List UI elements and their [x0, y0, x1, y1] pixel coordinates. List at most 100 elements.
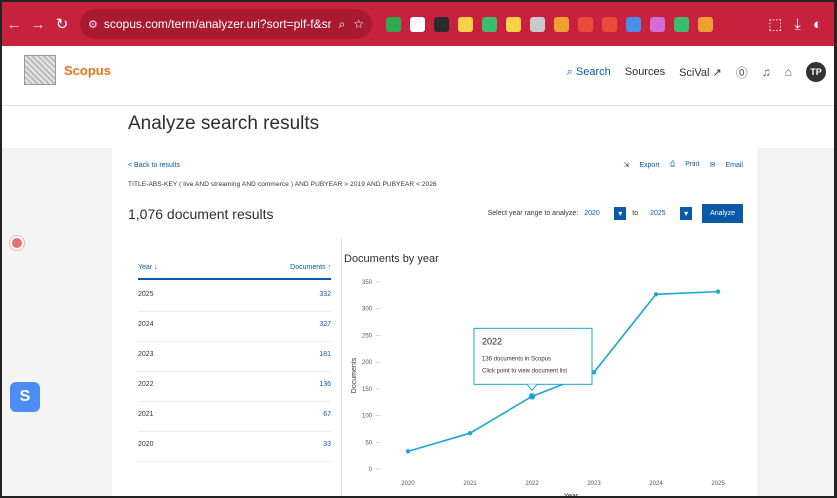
extension-icon[interactable]	[458, 16, 473, 32]
row-count-link[interactable]: 181	[319, 351, 331, 358]
extension-icon[interactable]	[578, 16, 593, 32]
y-tick-label: 100	[362, 414, 373, 420]
range-to-label: to	[632, 210, 639, 217]
download-icon[interactable]: ⤓	[794, 16, 801, 33]
export-button[interactable]: ⇲ Export	[623, 161, 659, 169]
x-tick-label: 2020	[401, 481, 415, 487]
chevron-down-icon[interactable]: ▾	[614, 207, 627, 220]
url-text[interactable]: scopus.com/term/analyzer.uri?sort=plf-f&…	[104, 17, 331, 31]
scopus-header: Scopus ⌕ Search Sources SciVal ↗ ⓪ ♫ ⌂ T…	[2, 46, 834, 106]
extensions-puzzle-icon[interactable]: ⬚	[768, 15, 782, 33]
page-title: Analyze search results	[128, 113, 320, 134]
row-count-link[interactable]: 136	[319, 381, 331, 388]
analyze-button[interactable]: Analyze	[702, 204, 743, 223]
elsevier-logo[interactable]	[24, 55, 56, 85]
x-tick-label: 2025	[711, 481, 725, 487]
bell-icon[interactable]: ♫	[762, 65, 771, 79]
table-row: 2021 67	[138, 402, 331, 432]
extension-icon[interactable]	[698, 16, 713, 32]
table-row: 2023 181	[138, 342, 331, 372]
sort-by-documents[interactable]: Documents ↑	[290, 264, 331, 271]
x-tick-label: 2024	[649, 481, 663, 487]
row-year: 2022	[138, 381, 154, 388]
extension-icon[interactable]	[386, 16, 401, 32]
search-nav-link[interactable]: ⌕ Search	[567, 66, 611, 79]
x-axis-label: Year	[564, 493, 579, 498]
library-icon[interactable]: ⌂	[785, 65, 792, 79]
table-row: 2024 327	[138, 312, 331, 342]
data-point[interactable]	[715, 289, 721, 294]
avatar[interactable]: TP	[806, 62, 826, 82]
data-point[interactable]	[528, 393, 536, 400]
extension-icon[interactable]	[626, 16, 641, 32]
range-to-select[interactable]: 2025	[650, 210, 680, 217]
row-count-link[interactable]: 327	[319, 321, 331, 328]
zoom-icon[interactable]: ⌕	[339, 17, 346, 32]
profile-icon[interactable]: ◐	[813, 16, 822, 33]
year-table: Year ↓ Documents ↑ 2025 332 2024 327 202…	[128, 238, 342, 496]
extension-icon[interactable]	[410, 16, 425, 32]
x-tick-label: 2021	[463, 481, 477, 487]
range-label: Select year range to analyze:	[487, 210, 579, 217]
row-count-link[interactable]: 67	[323, 411, 331, 418]
side-notification-icon[interactable]	[10, 236, 24, 250]
row-year: 2025	[138, 291, 154, 298]
data-point[interactable]	[653, 292, 659, 297]
extension-icon[interactable]	[602, 16, 617, 32]
documents-by-year-chart: Documents by year 0 50 100 150 200 250 300 350 2…	[342, 238, 757, 498]
print-button[interactable]: ⎙ Print	[670, 161, 700, 169]
browser-toolbar: ← → ↻ ⚙ scopus.com/term/analyzer.uri?sor…	[2, 2, 834, 46]
year-range-selector: Select year range to analyze: 2020 ▾ to …	[488, 204, 743, 223]
row-year: 2024	[138, 321, 154, 328]
y-tick-label: 200	[362, 360, 373, 366]
side-app-icon[interactable]: S	[10, 382, 40, 412]
extension-icon[interactable]	[482, 16, 497, 32]
table-row: 2020 33	[138, 432, 331, 462]
extension-icon[interactable]	[434, 16, 449, 32]
data-point[interactable]	[405, 449, 411, 454]
bookmark-star-icon[interactable]: ☆	[353, 17, 364, 31]
back-arrow-icon[interactable]: ←	[2, 16, 26, 33]
scopus-logo-text[interactable]: Scopus	[64, 63, 111, 78]
tooltip-pointer	[526, 384, 538, 392]
row-year: 2021	[138, 411, 154, 418]
y-tick-label: 0	[369, 467, 373, 473]
x-tick-label: 2022	[525, 481, 539, 487]
results-count: 1,076 document results	[128, 206, 274, 222]
extension-icon[interactable]	[554, 16, 569, 32]
site-info-icon[interactable]: ⚙	[88, 18, 98, 31]
range-from-select[interactable]: 2020	[584, 210, 614, 217]
extension-icon[interactable]	[674, 16, 689, 32]
email-button[interactable]: ✉ Email	[710, 161, 743, 169]
help-icon[interactable]: ⓪	[736, 64, 748, 81]
table-row: 2025 332	[138, 282, 331, 312]
sources-nav-link[interactable]: Sources	[625, 66, 665, 78]
data-point[interactable]	[467, 431, 473, 436]
back-to-results-link[interactable]: < Back to results	[128, 162, 180, 169]
row-year: 2023	[138, 351, 154, 358]
y-tick-label: 250	[362, 333, 373, 339]
extension-icon[interactable]	[530, 16, 545, 32]
y-tick-label: 50	[365, 440, 372, 446]
browser-window: ← → ↻ ⚙ scopus.com/term/analyzer.uri?sor…	[0, 0, 837, 498]
extension-icon[interactable]	[506, 16, 521, 32]
chevron-down-icon[interactable]: ▾	[680, 207, 693, 220]
reload-icon[interactable]: ↻	[50, 15, 74, 33]
address-bar[interactable]: ⚙ scopus.com/term/analyzer.uri?sort=plf-…	[80, 9, 372, 39]
extension-icon[interactable]	[650, 16, 665, 32]
title-band: Analyze search results	[2, 106, 834, 148]
table-header: Year ↓ Documents ↑	[138, 262, 331, 280]
extensions-bar	[386, 16, 722, 32]
row-count-link[interactable]: 332	[319, 291, 331, 298]
y-tick-label: 350	[362, 280, 373, 286]
row-year: 2020	[138, 441, 154, 448]
y-tick-label: 150	[362, 387, 373, 393]
tooltip-line1: 136 documents in Scopus	[482, 356, 551, 362]
scival-nav-link[interactable]: SciVal ↗	[679, 66, 722, 79]
x-tick-label: 2023	[587, 481, 601, 487]
forward-arrow-icon[interactable]: →	[26, 16, 50, 33]
tooltip-title: 2022	[482, 336, 502, 346]
y-axis-label: Documents	[351, 357, 358, 393]
row-count-link[interactable]: 33	[323, 441, 331, 448]
sort-by-year[interactable]: Year ↓	[138, 264, 158, 271]
